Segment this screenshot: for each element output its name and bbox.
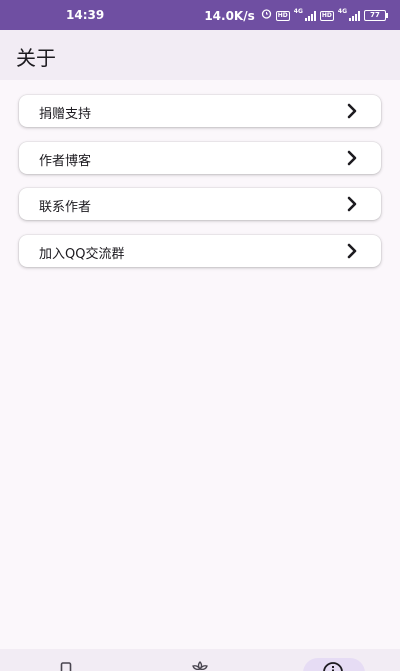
nav-item-3[interactable] [267, 649, 400, 671]
flower-icon [192, 661, 208, 671]
bottom-navigation [0, 649, 400, 671]
status-time: 14:39 [66, 8, 105, 22]
signal-icon [349, 10, 360, 21]
sim1-hd-badge: HD [275, 10, 290, 21]
sim2-network-type: 4G [337, 7, 347, 15]
info-icon [323, 662, 343, 671]
phone-icon [60, 662, 72, 671]
page-title: 关于 [16, 46, 56, 70]
contact-author-item[interactable]: 联系作者 [19, 188, 381, 220]
chevron-right-icon [347, 243, 357, 258]
nav-item-1[interactable] [0, 649, 133, 671]
chevron-right-icon [347, 103, 357, 119]
network-speed: 14.0K/s [204, 8, 255, 23]
join-qq-group-item[interactable]: 加入QQ交流群 [19, 234, 381, 267]
donate-support-item[interactable]: 捐赠支持 [19, 95, 381, 127]
sim1-network-type: 4G [293, 7, 303, 15]
sim2-hd-badge: HD [319, 10, 334, 21]
menu-item-label: 联系作者 [39, 200, 92, 215]
signal-icon [304, 10, 316, 21]
menu-item-label: 加入QQ交流群 [39, 246, 125, 262]
app-bar: 关于 [0, 30, 400, 80]
status-bar: 14:39 14.0K/s HD 4G HD 4G 77 [0, 0, 400, 30]
menu-item-label: 捐赠支持 [39, 107, 92, 122]
battery-icon: 77 [364, 10, 388, 21]
nav-item-2[interactable] [133, 649, 266, 671]
menu-list: 捐赠支持 作者博客 联系作者 加入QQ交流群 [19, 95, 381, 281]
author-blog-item[interactable]: 作者博客 [19, 141, 381, 174]
alarm-icon [261, 8, 272, 23]
status-icons: 14.0K/s HD 4G HD 4G 77 [204, 7, 388, 23]
chevron-right-icon [347, 150, 357, 165]
chevron-right-icon [347, 196, 357, 212]
menu-item-label: 作者博客 [39, 153, 92, 169]
